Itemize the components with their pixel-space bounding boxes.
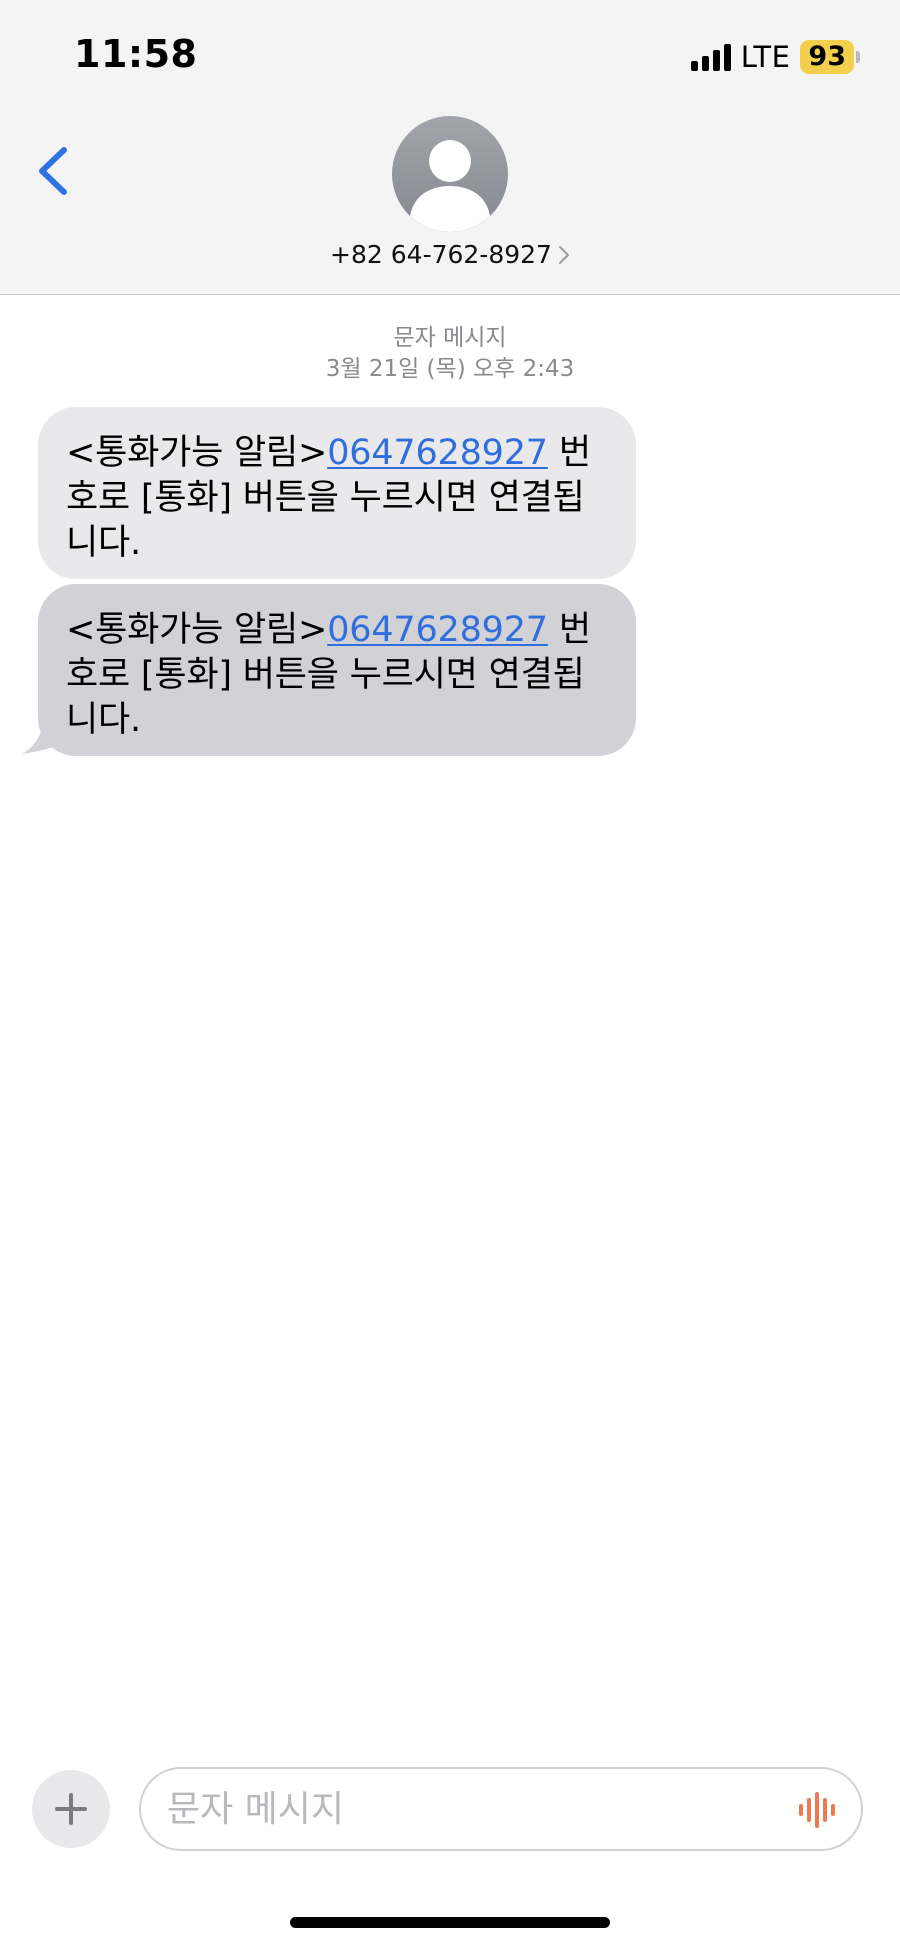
home-indicator[interactable] (290, 1917, 610, 1928)
back-button[interactable] (30, 140, 80, 202)
contact-number: +82 64-762-8927 (330, 240, 552, 269)
chevron-right-icon (558, 242, 570, 271)
phone-number-link[interactable]: 0647628927 (327, 610, 548, 650)
message-timestamp: 3월 21일 (목) 오후 2:43 (325, 356, 575, 382)
message-prefix: <통화가능 알림> (66, 610, 328, 650)
network-type: LTE (740, 40, 791, 74)
bubble-tail (22, 718, 66, 754)
chevron-left-icon (39, 147, 67, 195)
waveform-icon (799, 1792, 835, 1828)
cellular-signal-icon (690, 43, 731, 71)
voice-input-button[interactable] (797, 1791, 837, 1829)
message-prefix: <통화가능 알림> (66, 433, 328, 473)
service-label: 문자 메시지 (393, 325, 507, 351)
message-bubble[interactable]: <통화가능 알림>0647628927 번호로 [통화] 버튼을 누르시면 연결… (38, 584, 636, 756)
person-silhouette-icon (410, 140, 490, 232)
message-input[interactable] (167, 1769, 777, 1849)
conversation-meta: 문자 메시지 3월 21일 (목) 오후 2:43 (0, 323, 900, 385)
message-input-container (139, 1767, 863, 1851)
battery-tip (856, 51, 860, 63)
contact-name-button[interactable]: +82 64-762-8927 (0, 240, 900, 271)
conversation-header: 11:58 LTE 93 +82 64-762-8927 (0, 0, 900, 295)
battery-icon: 93 (800, 40, 860, 74)
contact-avatar[interactable] (392, 116, 508, 232)
battery-level: 93 (800, 40, 854, 74)
phone-number-link[interactable]: 0647628927 (327, 433, 548, 473)
plus-icon (55, 1793, 87, 1825)
add-attachment-button[interactable] (32, 1770, 110, 1848)
status-indicators: LTE 93 (690, 40, 860, 74)
status-time: 11:58 (74, 32, 198, 76)
message-bubble[interactable]: <통화가능 알림>0647628927 번호로 [통화] 버튼을 누르시면 연결… (38, 407, 636, 579)
